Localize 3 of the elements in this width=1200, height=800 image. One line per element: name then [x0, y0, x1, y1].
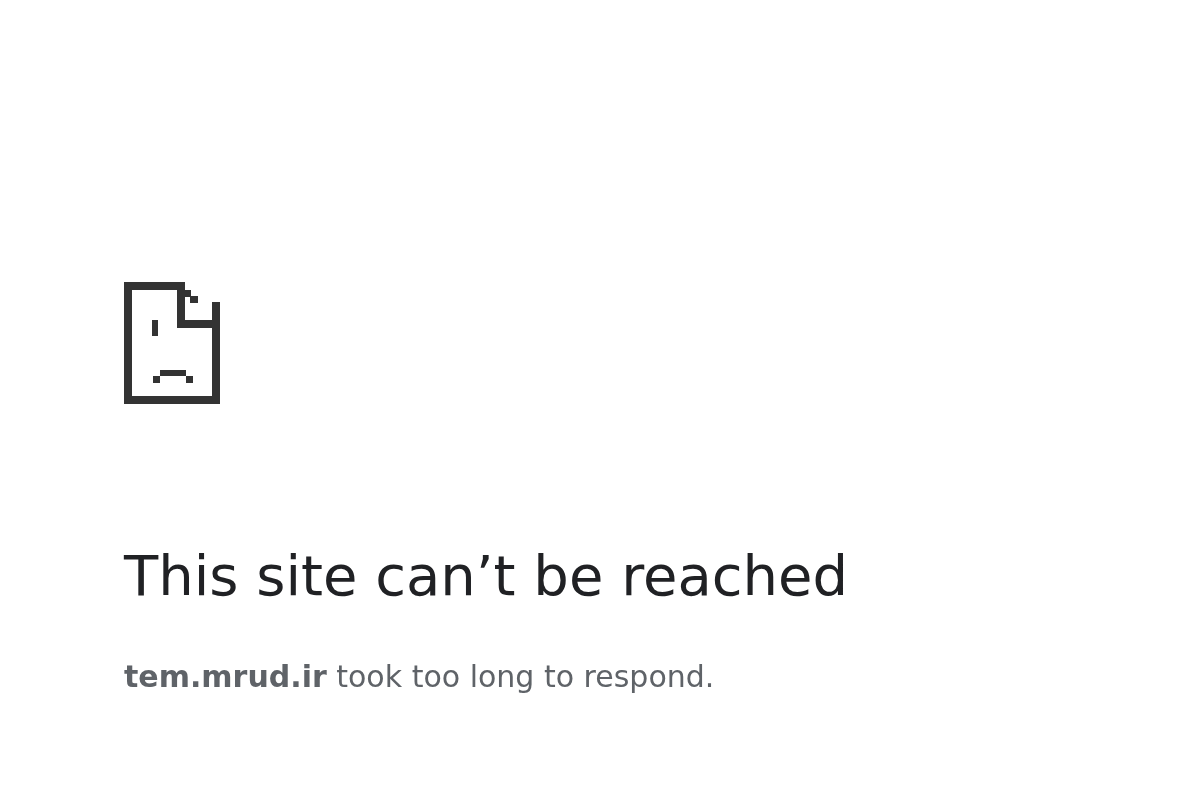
error-message: tem.mrud.ir took too long to respond.: [124, 658, 716, 696]
error-heading: This site can’t be reached: [124, 548, 849, 604]
sad-page-icon: [124, 282, 220, 404]
